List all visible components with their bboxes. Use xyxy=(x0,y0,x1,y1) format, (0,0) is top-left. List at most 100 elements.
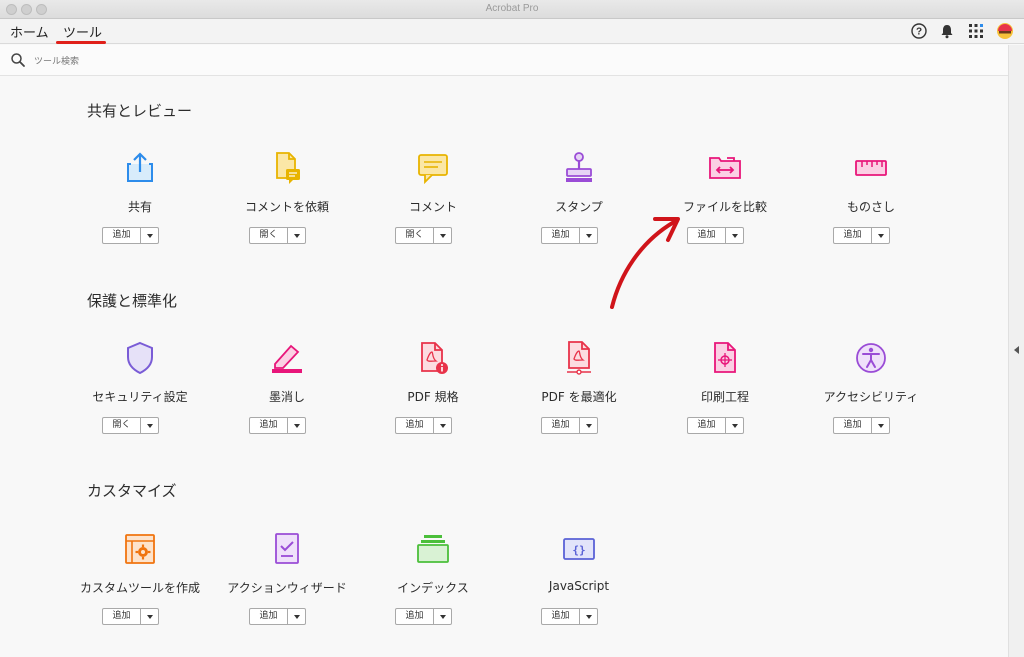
chevron-down-icon[interactable] xyxy=(580,609,597,624)
chevron-down-icon[interactable] xyxy=(726,418,743,433)
tool-action-label[interactable]: 追加 xyxy=(834,228,872,243)
tool-label: ものさし xyxy=(846,200,895,214)
tool-action-label[interactable]: 追加 xyxy=(250,609,288,624)
comment-icon xyxy=(418,154,448,185)
apps-grid-icon[interactable] xyxy=(967,22,985,40)
tool-share[interactable]: 共有 追加 xyxy=(65,150,215,260)
tool-ruler[interactable]: ものさし 追加 xyxy=(796,150,946,260)
tool-action-button[interactable]: 開く xyxy=(395,227,452,244)
tool-action-button[interactable]: 追加 xyxy=(102,608,159,625)
tool-security[interactable]: セキュリティ設定 開く xyxy=(65,340,215,450)
tool-action-wizard[interactable]: アクションウィザード 追加 xyxy=(212,531,362,641)
chevron-down-icon[interactable] xyxy=(580,228,597,243)
chevron-down-icon[interactable] xyxy=(141,418,158,433)
tool-action-button[interactable]: 追加 xyxy=(249,417,306,434)
section-title-share-review: 共有とレビュー xyxy=(87,102,193,120)
tool-action-label[interactable]: 追加 xyxy=(396,418,434,433)
tool-action-label[interactable]: 追加 xyxy=(542,609,580,624)
help-icon[interactable]: ? xyxy=(910,22,928,40)
tool-optimize-pdf[interactable]: PDF を最適化 追加 xyxy=(504,340,654,450)
tool-label: PDF を最適化 xyxy=(541,390,617,404)
chevron-down-icon[interactable] xyxy=(872,228,889,243)
tool-label: アクセシビリティ xyxy=(823,390,919,404)
tool-label: PDF 規格 xyxy=(407,390,459,404)
section-title-protect-standardize: 保護と標準化 xyxy=(87,292,178,310)
tool-search-bar[interactable]: ツール検索 xyxy=(0,45,1008,76)
tool-action-button[interactable]: 追加 xyxy=(395,608,452,625)
active-tab-indicator xyxy=(56,41,106,44)
tab-home[interactable]: ホーム xyxy=(10,22,49,41)
request-comment-icon xyxy=(276,152,300,184)
tool-action-label[interactable]: 追加 xyxy=(688,418,726,433)
tool-action-label[interactable]: 追加 xyxy=(396,609,434,624)
tool-action-button[interactable]: 追加 xyxy=(249,608,306,625)
tool-action-button[interactable]: 開く xyxy=(249,227,306,244)
tool-label: 墨消し xyxy=(268,390,305,404)
tool-action-label[interactable]: 追加 xyxy=(542,418,580,433)
tool-action-label[interactable]: 追加 xyxy=(250,418,288,433)
tool-action-label[interactable]: 追加 xyxy=(834,418,872,433)
tool-custom-tool[interactable]: カスタムツールを作成 追加 xyxy=(65,531,215,641)
tool-label: 共有 xyxy=(127,200,152,214)
tool-action-label[interactable]: 開く xyxy=(103,418,141,433)
tool-action-button[interactable]: 追加 xyxy=(541,417,598,434)
tool-label: セキュリティ設定 xyxy=(92,390,188,404)
tool-action-button[interactable]: 追加 xyxy=(833,227,890,244)
tool-action-label[interactable]: 追加 xyxy=(103,609,141,624)
tool-action-label[interactable]: 追加 xyxy=(688,228,726,243)
redact-icon xyxy=(272,344,302,373)
tool-request-comment[interactable]: コメントを依頼 開く xyxy=(212,150,362,260)
tool-action-button[interactable]: 開く xyxy=(102,417,159,434)
tool-action-button[interactable]: 追加 xyxy=(687,417,744,434)
chevron-down-icon[interactable] xyxy=(434,418,451,433)
search-input[interactable]: ツール検索 xyxy=(34,54,79,67)
stamp-icon xyxy=(566,152,592,182)
chevron-down-icon[interactable] xyxy=(288,418,305,433)
top-tab-bar: ホーム ツール ? xyxy=(0,19,1024,44)
tool-comment[interactable]: コメント 開く xyxy=(358,150,508,260)
chevron-down-icon[interactable] xyxy=(141,228,158,243)
tool-action-label[interactable]: 開く xyxy=(250,228,288,243)
tool-action-button[interactable]: 追加 xyxy=(541,227,598,244)
index-icon xyxy=(417,535,449,563)
svg-text:?: ? xyxy=(916,27,922,38)
chevron-down-icon[interactable] xyxy=(434,609,451,624)
chevron-down-icon[interactable] xyxy=(580,418,597,433)
chevron-down-icon[interactable] xyxy=(726,228,743,243)
tool-action-button[interactable]: 追加 xyxy=(833,417,890,434)
tool-label: コメントを依頼 xyxy=(244,200,329,214)
tool-label: アクションウィザード xyxy=(227,581,347,595)
tool-redact[interactable]: 墨消し 追加 xyxy=(212,340,362,450)
chevron-down-icon[interactable] xyxy=(872,418,889,433)
tool-index[interactable]: インデックス 追加 xyxy=(358,531,508,641)
pdf-standards-icon xyxy=(421,342,448,374)
window-titlebar: Acrobat Pro xyxy=(0,0,1024,19)
chevron-down-icon[interactable] xyxy=(288,609,305,624)
tool-label: 印刷工程 xyxy=(700,390,749,404)
tool-print-production[interactable]: 印刷工程 追加 xyxy=(650,340,800,450)
tool-action-label[interactable]: 追加 xyxy=(103,228,141,243)
accessibility-icon xyxy=(856,343,886,373)
tool-action-label[interactable]: 開く xyxy=(396,228,434,243)
tool-action-label[interactable]: 追加 xyxy=(542,228,580,243)
tool-action-button[interactable]: 追加 xyxy=(687,227,744,244)
tool-label: JavaScript xyxy=(548,579,610,593)
tool-action-button[interactable]: 追加 xyxy=(541,608,598,625)
tool-pdf-standards[interactable]: PDF 規格 追加 xyxy=(358,340,508,450)
tool-accessibility[interactable]: アクセシビリティ 追加 xyxy=(796,340,946,450)
svg-text:{}: {} xyxy=(572,544,585,557)
tool-label: インデックス xyxy=(397,581,469,595)
tool-action-button[interactable]: 追加 xyxy=(102,227,159,244)
chevron-down-icon[interactable] xyxy=(434,228,451,243)
tool-javascript[interactable]: {} JavaScript 追加 xyxy=(504,531,654,641)
expand-panel-icon[interactable] xyxy=(1014,346,1019,354)
tab-tools[interactable]: ツール xyxy=(63,22,102,41)
avatar[interactable] xyxy=(996,22,1014,40)
annotation-arrow xyxy=(610,217,680,309)
bell-icon[interactable] xyxy=(938,22,956,40)
compare-files-icon xyxy=(709,157,741,179)
tool-action-button[interactable]: 追加 xyxy=(395,417,452,434)
chevron-down-icon[interactable] xyxy=(141,609,158,624)
custom-tool-icon xyxy=(125,534,155,564)
chevron-down-icon[interactable] xyxy=(288,228,305,243)
